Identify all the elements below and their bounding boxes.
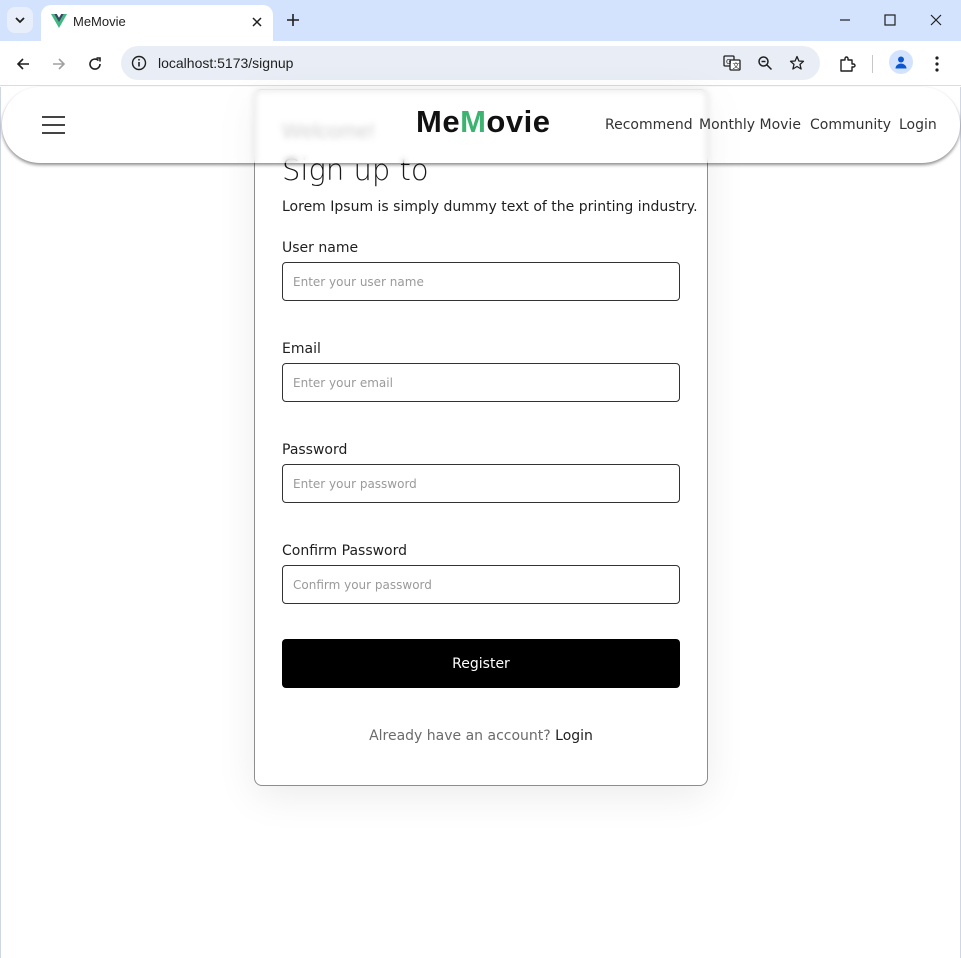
star-icon[interactable] [786, 52, 808, 74]
brand-part-3: ovie [486, 104, 551, 139]
zoom-icon[interactable] [754, 52, 776, 74]
nav-link-community[interactable]: Community [810, 117, 891, 133]
browser-tab-strip: MeMovie [0, 0, 961, 41]
plus-icon[interactable] [281, 8, 305, 32]
password-input[interactable] [282, 464, 680, 503]
nav-link-recommend[interactable]: Recommend [605, 117, 693, 133]
brand-logo[interactable]: MeMovie [416, 104, 550, 140]
svg-text:文: 文 [733, 61, 740, 70]
brand-part-1: Me [416, 104, 461, 139]
reload-icon[interactable] [81, 50, 109, 78]
page-viewport: Welcome! Sign up to Lorem Ipsum is simpl… [0, 87, 961, 958]
page-subtitle: Lorem Ipsum is simply dummy text of the … [282, 199, 698, 215]
site-navbar: MeMovie Recommend Monthly Movie Communit… [2, 87, 960, 163]
tab-title: MeMovie [73, 14, 126, 29]
site-info-icon[interactable] [129, 53, 149, 73]
svg-text:G: G [726, 58, 731, 66]
close-window-icon[interactable] [923, 8, 949, 32]
nav-link-login[interactable]: Login [899, 117, 937, 133]
register-button[interactable]: Register [282, 639, 680, 688]
signup-card: Welcome! Sign up to Lorem Ipsum is simpl… [254, 89, 708, 786]
email-input[interactable] [282, 363, 680, 402]
vue-favicon-icon [51, 13, 67, 34]
url-text: localhost:5173/signup [158, 55, 294, 71]
password-label: Password [282, 442, 348, 458]
username-input[interactable] [282, 262, 680, 301]
hamburger-menu-icon[interactable] [42, 114, 66, 134]
profile-icon[interactable] [889, 50, 913, 74]
already-account-text: Already have an account? [369, 728, 551, 744]
browser-tab[interactable]: MeMovie [41, 5, 273, 41]
maximize-icon[interactable] [877, 8, 903, 32]
login-prompt: Already have an account? Login [255, 728, 707, 744]
translate-icon[interactable]: G文 [721, 52, 743, 74]
menu-dots-icon[interactable] [924, 51, 950, 77]
address-bar[interactable]: localhost:5173/signup G文 [121, 46, 820, 80]
close-icon[interactable] [248, 13, 266, 31]
back-arrow-icon[interactable] [9, 50, 37, 78]
minimize-icon[interactable] [832, 8, 858, 32]
confirm-password-label: Confirm Password [282, 543, 408, 559]
browser-toolbar: localhost:5173/signup G文 [0, 41, 961, 86]
email-label: Email [282, 341, 321, 357]
extensions-icon[interactable] [834, 51, 860, 77]
tab-search-icon[interactable] [7, 7, 33, 33]
username-label: User name [282, 240, 359, 256]
nav-link-monthly-movie[interactable]: Monthly Movie [699, 117, 801, 133]
brand-part-2: M [460, 104, 487, 139]
toolbar-divider [872, 55, 873, 73]
confirm-password-input[interactable] [282, 565, 680, 604]
login-link[interactable]: Login [555, 728, 593, 744]
forward-arrow-icon[interactable] [45, 50, 73, 78]
